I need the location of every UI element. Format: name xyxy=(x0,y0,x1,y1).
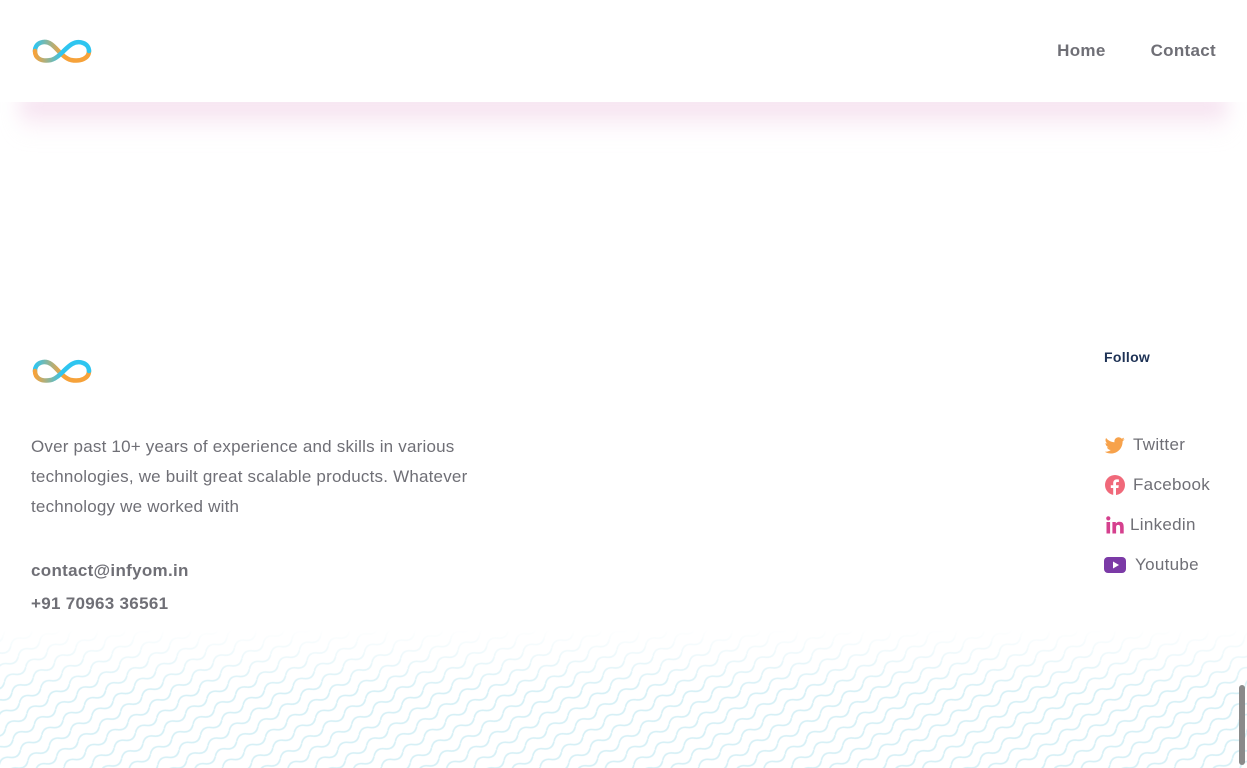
social-link-facebook[interactable]: Facebook xyxy=(1104,465,1210,505)
social-label-facebook: Facebook xyxy=(1133,475,1211,494)
nav-home-link[interactable]: Home xyxy=(1057,41,1105,61)
youtube-icon xyxy=(1104,554,1126,576)
social-label-youtube: Youtube xyxy=(1135,555,1199,574)
social-label-linkedin: Linkedin xyxy=(1130,515,1196,534)
social-label-twitter: Twitter xyxy=(1133,435,1186,454)
infinity-logo-icon xyxy=(32,39,92,63)
footer-logo xyxy=(31,354,93,388)
footer-phone: +91 70963 36561 xyxy=(31,594,169,613)
main-nav: Home Contact xyxy=(1057,41,1216,61)
nav-contact-link[interactable]: Contact xyxy=(1151,41,1216,61)
twitter-icon xyxy=(1104,434,1126,456)
social-link-youtube[interactable]: Youtube xyxy=(1104,545,1210,585)
social-link-linkedin[interactable]: Linkedin xyxy=(1104,505,1210,545)
social-links: Twitter Facebook Linkedin Youtube xyxy=(1104,425,1210,585)
site-header: Home Contact xyxy=(0,0,1247,102)
infinity-logo-icon xyxy=(32,359,92,383)
footer-email-link[interactable]: contact@infyom.in xyxy=(31,561,189,581)
header-shadow xyxy=(20,96,1227,136)
footer-wave-pattern xyxy=(0,630,1247,768)
facebook-icon xyxy=(1104,474,1126,496)
page-scrollbar[interactable] xyxy=(1239,685,1245,765)
linkedin-icon xyxy=(1104,514,1126,536)
footer-about-text: Over past 10+ years of experience and sk… xyxy=(31,437,468,516)
header-logo[interactable] xyxy=(31,34,93,68)
follow-heading: Follow xyxy=(1104,349,1151,365)
social-link-twitter[interactable]: Twitter xyxy=(1104,425,1210,465)
